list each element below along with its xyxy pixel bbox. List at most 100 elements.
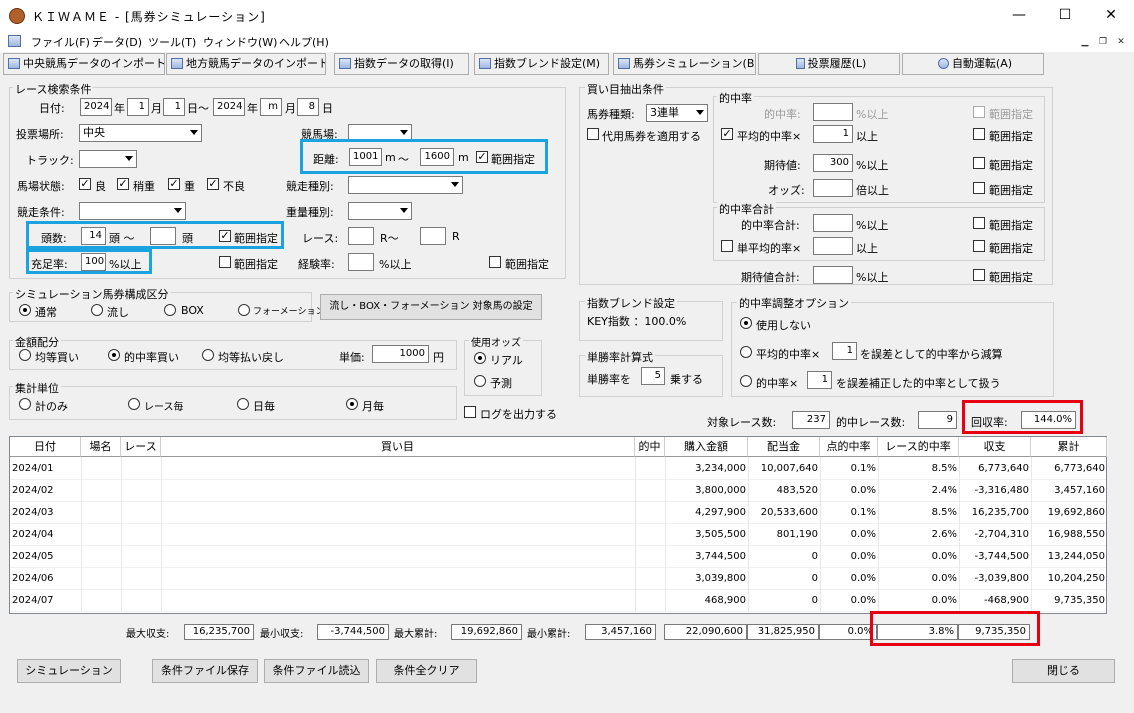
end-day-input[interactable]: 8: [297, 98, 319, 116]
col-point-hit[interactable]: 点的中率: [820, 437, 878, 457]
fetch-index-button[interactable]: 指数データの取得(I): [334, 53, 469, 75]
vote-history-button[interactable]: 投票履歴(L): [758, 53, 900, 75]
adjust-rate-input[interactable]: 1: [807, 371, 832, 389]
single-avg-range-checkbox[interactable]: [973, 240, 985, 252]
table-cell[interactable]: 2024/03: [10, 502, 81, 523]
adjust-none-radio[interactable]: [740, 317, 752, 329]
col-cumulative[interactable]: 累計: [1031, 437, 1107, 457]
start-month-input[interactable]: 1: [127, 98, 149, 116]
heads-range-checkbox[interactable]: ✓: [219, 230, 231, 242]
hit-rate-range-checkbox[interactable]: [973, 106, 985, 118]
table-cell[interactable]: 8.5%: [878, 458, 959, 479]
table-cell[interactable]: 16,988,550: [1031, 524, 1107, 545]
expected-total-range-checkbox[interactable]: [973, 269, 985, 281]
sim-formation-radio[interactable]: [238, 304, 250, 316]
table-cell[interactable]: [635, 590, 665, 611]
table-cell[interactable]: 10,204,250: [1031, 568, 1107, 589]
mdi-minimize-icon[interactable]: ▁: [1078, 36, 1092, 49]
table-cell[interactable]: [81, 546, 121, 567]
fill-rate-input[interactable]: 100: [81, 253, 106, 271]
table-cell[interactable]: 0: [748, 568, 820, 589]
table-cell[interactable]: 9,735,350: [1031, 590, 1107, 611]
expected-value-input[interactable]: 300: [813, 154, 853, 172]
results-table[interactable]: 日付 場名 レース 買い目 的中 購入金額 配当金 点的中率 レース的中率 収支…: [9, 436, 1107, 614]
table-cell[interactable]: 2024/02: [10, 480, 81, 501]
single-avg-checkbox[interactable]: [721, 240, 733, 252]
table-cell[interactable]: [121, 502, 161, 523]
menu-tools[interactable]: ツール(T): [148, 34, 196, 50]
close-window-button[interactable]: ✕: [1088, 0, 1134, 31]
proxy-checkbox[interactable]: [587, 128, 599, 140]
table-cell[interactable]: 0.0%: [820, 524, 878, 545]
table-cell[interactable]: 3,039,800: [665, 568, 748, 589]
target-horse-settings-button[interactable]: 流し・BOX・フォーメーション 対象馬の設定: [320, 294, 542, 320]
distance-to-input[interactable]: 1600: [420, 148, 454, 166]
table-cell[interactable]: 2.6%: [878, 524, 959, 545]
odds-real-radio[interactable]: [474, 352, 486, 364]
table-cell[interactable]: [635, 524, 665, 545]
table-cell[interactable]: [635, 502, 665, 523]
odds-range-checkbox[interactable]: [973, 182, 985, 194]
simulate-button[interactable]: シミュレーション: [17, 659, 121, 683]
table-cell[interactable]: [121, 590, 161, 611]
load-conditions-button[interactable]: 条件ファイル読込: [264, 659, 369, 683]
table-cell[interactable]: 0.0%: [820, 546, 878, 567]
agg-total-radio[interactable]: [19, 398, 31, 410]
table-cell[interactable]: 3,505,500: [665, 524, 748, 545]
table-cell[interactable]: 0.1%: [820, 458, 878, 479]
auto-run-button[interactable]: 自動運転(A): [902, 53, 1044, 75]
table-cell[interactable]: [81, 568, 121, 589]
avg-hit-range-checkbox[interactable]: [973, 128, 985, 140]
agg-race-radio[interactable]: [128, 398, 140, 410]
table-cell[interactable]: 20,533,600: [748, 502, 820, 523]
table-cell[interactable]: [161, 590, 635, 611]
table-cell[interactable]: [121, 568, 161, 589]
blend-settings-button[interactable]: 指数ブレンド設定(M): [474, 53, 609, 75]
start-day-input[interactable]: 1: [163, 98, 185, 116]
betting-simulation-button[interactable]: 馬券シミュレーション(B): [613, 53, 756, 75]
table-cell[interactable]: [635, 480, 665, 501]
venue-combo[interactable]: 中央: [79, 124, 202, 142]
adjust-avg-input[interactable]: 1: [832, 342, 857, 360]
alloc-payout-radio[interactable]: [202, 349, 214, 361]
adjust-avg-radio[interactable]: [740, 346, 752, 358]
table-cell[interactable]: -3,316,480: [959, 480, 1031, 501]
agg-month-radio[interactable]: [346, 398, 358, 410]
table-cell[interactable]: 0.1%: [820, 502, 878, 523]
clear-conditions-button[interactable]: 条件全クリア: [376, 659, 477, 683]
fill-range-checkbox[interactable]: [219, 256, 231, 268]
odds-input[interactable]: [813, 179, 853, 197]
cond-slight-checkbox[interactable]: ✓: [117, 178, 129, 190]
table-cell[interactable]: 8.5%: [878, 502, 959, 523]
table-cell[interactable]: 3,234,000: [665, 458, 748, 479]
table-cell[interactable]: -3,039,800: [959, 568, 1031, 589]
table-cell[interactable]: 0.0%: [820, 590, 878, 611]
weight-type-combo[interactable]: [348, 202, 412, 220]
cond-heavy-checkbox[interactable]: ✓: [168, 178, 180, 190]
table-cell[interactable]: 2024/07: [10, 590, 81, 611]
distance-range-checkbox[interactable]: ✓: [476, 151, 488, 163]
col-balance[interactable]: 収支: [959, 437, 1031, 457]
table-cell[interactable]: [81, 590, 121, 611]
table-cell[interactable]: 0.0%: [820, 568, 878, 589]
col-hit[interactable]: 的中: [635, 437, 665, 457]
table-cell[interactable]: [121, 546, 161, 567]
end-month-input[interactable]: m: [260, 98, 282, 116]
alloc-even-radio[interactable]: [19, 349, 31, 361]
minimize-button[interactable]: —: [996, 0, 1042, 31]
heads-to-input[interactable]: [150, 227, 176, 245]
table-cell[interactable]: [81, 458, 121, 479]
expected-range-checkbox[interactable]: [973, 157, 985, 169]
race-from-input[interactable]: [348, 227, 374, 245]
col-venue[interactable]: 場名: [81, 437, 121, 457]
table-cell[interactable]: 2024/05: [10, 546, 81, 567]
table-cell[interactable]: [81, 502, 121, 523]
log-output-checkbox[interactable]: [464, 406, 476, 418]
race-condition-combo[interactable]: [79, 202, 186, 220]
end-year-input[interactable]: 2024: [213, 98, 245, 116]
mdi-restore-icon[interactable]: ❐: [1096, 36, 1110, 49]
table-cell[interactable]: 2024/01: [10, 458, 81, 479]
table-cell[interactable]: 0.0%: [878, 546, 959, 567]
sim-flow-radio[interactable]: [91, 304, 103, 316]
close-button[interactable]: 閉じる: [1012, 659, 1115, 683]
